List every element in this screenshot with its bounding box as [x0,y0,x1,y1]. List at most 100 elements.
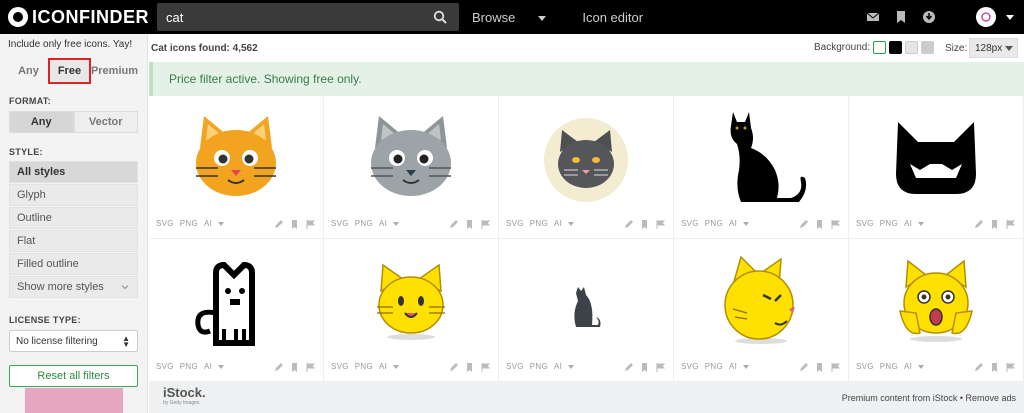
style-item-filled-outline[interactable]: Filled outline [9,253,138,275]
svg-download-link[interactable]: SVG [681,362,699,371]
license-select[interactable]: No license filtering ▲ ▼ [9,330,138,352]
flag-icon[interactable] [306,220,315,229]
ai-download-link[interactable]: AI [729,219,737,228]
ai-download-link[interactable]: AI [379,219,387,228]
background-black-swatch[interactable] [889,41,903,54]
icon-card[interactable]: SVG PNG AI [849,239,1024,382]
download-icon[interactable] [922,10,936,24]
chevron-down-icon[interactable] [393,221,400,226]
png-download-link[interactable]: PNG [530,219,548,228]
icon-card[interactable]: SVG PNG AI [499,239,674,382]
edit-icon[interactable] [449,220,458,229]
edit-icon[interactable] [274,363,283,372]
chevron-down-icon[interactable] [918,221,925,226]
ai-download-link[interactable]: AI [379,362,387,371]
icon-card[interactable]: SVG PNG AI [149,239,324,382]
chevron-down-icon[interactable] [918,364,925,369]
png-download-link[interactable]: PNG [705,362,723,371]
ai-download-link[interactable]: AI [904,219,912,228]
style-item-outline[interactable]: Outline [9,207,138,229]
svg-download-link[interactable]: SVG [331,362,349,371]
mail-icon[interactable] [866,10,880,24]
edit-icon[interactable] [799,363,808,372]
flag-icon[interactable] [1006,363,1015,372]
flag-icon[interactable] [481,363,490,372]
style-item-all-styles[interactable]: All styles [9,161,138,183]
svg-download-link[interactable]: SVG [856,362,874,371]
style-item-flat[interactable]: Flat [9,230,138,252]
png-download-link[interactable]: PNG [880,219,898,228]
icon-card[interactable]: SVG PNG AI [674,239,849,382]
ai-download-link[interactable]: AI [554,362,562,371]
price-premium-button[interactable]: Premium [91,58,138,84]
show-more-styles-button[interactable]: Show more styles [9,276,138,298]
icon-card[interactable]: SVG PNG AI [849,96,1024,239]
svg-download-link[interactable]: SVG [156,219,174,228]
png-download-link[interactable]: PNG [355,219,373,228]
background-white-swatch[interactable] [873,41,887,54]
icon-card[interactable]: SVG PNG AI [499,96,674,239]
chevron-down-icon[interactable] [568,364,575,369]
icon-editor-link[interactable]: Icon editor [582,10,643,25]
icon-card[interactable]: SVG PNG AI [674,96,849,239]
price-free-button[interactable]: Free [47,58,91,84]
background-checker-swatch[interactable] [921,41,935,54]
ai-download-link[interactable]: AI [904,362,912,371]
png-download-link[interactable]: PNG [180,219,198,228]
chevron-down-icon[interactable] [743,221,750,226]
edit-icon[interactable] [624,363,633,372]
bookmark-icon[interactable] [815,220,824,229]
flag-icon[interactable] [831,363,840,372]
svg-download-link[interactable]: SVG [331,219,349,228]
price-any-button[interactable]: Any [9,58,48,84]
png-download-link[interactable]: PNG [880,362,898,371]
png-download-link[interactable]: PNG [180,362,198,371]
bookmark-icon[interactable] [815,363,824,372]
chevron-down-icon[interactable] [743,364,750,369]
edit-icon[interactable] [624,220,633,229]
edit-icon[interactable] [974,363,983,372]
background-light-swatch[interactable] [905,41,919,54]
search-input[interactable] [157,9,417,25]
iconfinder-logo[interactable]: ICONFINDER [8,7,150,28]
chevron-down-icon[interactable] [218,221,225,226]
edit-icon[interactable] [274,220,283,229]
style-item-glyph[interactable]: Glyph [9,184,138,206]
bookmark-icon[interactable] [990,220,999,229]
bookmark-icon[interactable] [290,363,299,372]
svg-download-link[interactable]: SVG [506,219,524,228]
user-avatar[interactable] [976,7,996,27]
reset-all-filters-button[interactable]: Reset all filters [9,365,138,387]
ai-download-link[interactable]: AI [554,219,562,228]
edit-icon[interactable] [449,363,458,372]
svg-download-link[interactable]: SVG [506,362,524,371]
svg-download-link[interactable]: SVG [856,219,874,228]
bookmark-icon[interactable] [990,363,999,372]
bookmark-icon[interactable] [894,10,908,24]
ai-download-link[interactable]: AI [204,362,212,371]
flag-icon[interactable] [831,220,840,229]
bookmark-icon[interactable] [465,220,474,229]
bookmark-icon[interactable] [290,220,299,229]
account-menu-chevron-icon[interactable] [1006,15,1014,20]
flag-icon[interactable] [1006,220,1015,229]
premium-content-text[interactable]: Premium content from iStock • Remove ads [842,393,1016,403]
chevron-down-icon[interactable] [568,221,575,226]
size-select[interactable]: 128px [969,38,1018,58]
flag-icon[interactable] [656,363,665,372]
format-vector-button[interactable]: Vector [73,111,138,133]
edit-icon[interactable] [974,220,983,229]
bookmark-icon[interactable] [640,363,649,372]
png-download-link[interactable]: PNG [705,219,723,228]
png-download-link[interactable]: PNG [355,362,373,371]
flag-icon[interactable] [656,220,665,229]
format-any-button[interactable]: Any [9,111,74,133]
chevron-down-icon[interactable] [393,364,400,369]
ad-image[interactable] [25,388,123,413]
search-icon[interactable] [433,10,447,24]
icon-card[interactable]: SVG PNG AI [149,96,324,239]
browse-menu[interactable]: Browse [472,10,564,25]
flag-icon[interactable] [481,220,490,229]
svg-download-link[interactable]: SVG [681,219,699,228]
flag-icon[interactable] [306,363,315,372]
